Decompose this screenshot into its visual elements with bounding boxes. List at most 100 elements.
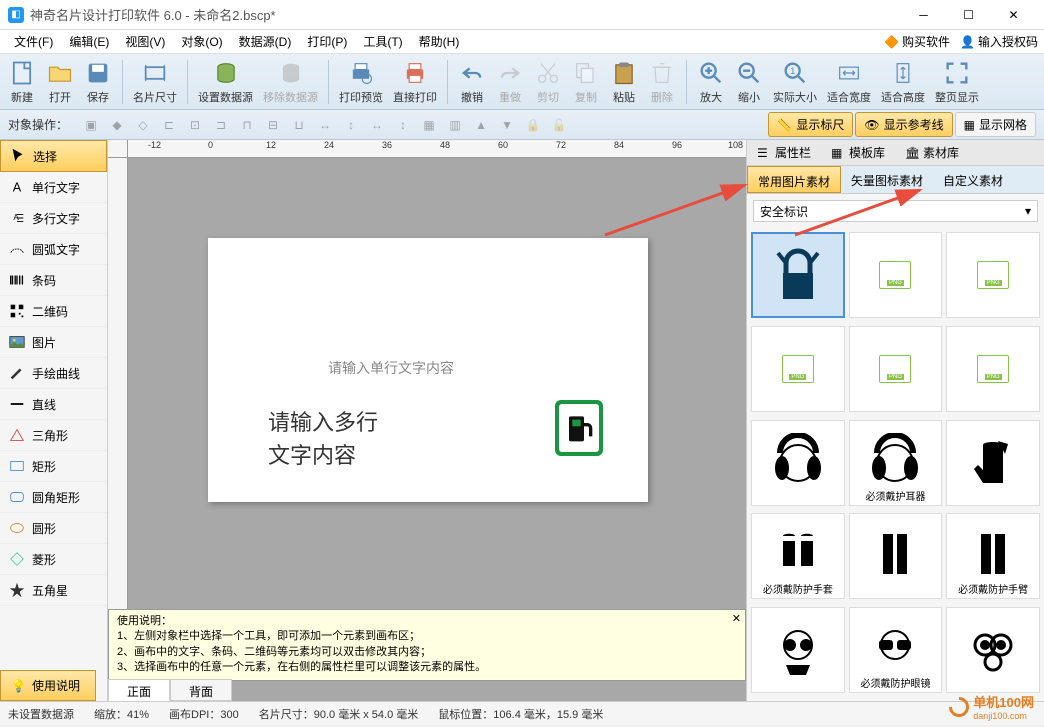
menu-edit[interactable]: 编辑(E) xyxy=(61,30,117,53)
op-group-icon[interactable]: ▣ xyxy=(80,114,102,136)
ruler-horizontal[interactable]: -12 0 12 24 36 48 60 72 84 96 108 xyxy=(128,140,746,158)
undo-button[interactable]: 撤销 xyxy=(454,57,490,107)
subtab-custom[interactable]: 自定义素材 xyxy=(933,166,1013,193)
op-same-w-icon[interactable]: ↔ xyxy=(366,114,388,136)
open-button[interactable]: 打开 xyxy=(42,57,78,107)
tool-circle[interactable]: 圆形 xyxy=(0,513,107,544)
material-item[interactable]: PNG xyxy=(751,326,845,412)
save-button[interactable]: 保存 xyxy=(80,57,116,107)
material-item-ear-protect[interactable]: 必须戴护耳器 xyxy=(849,420,943,506)
op-align-right-icon[interactable]: ⊐ xyxy=(210,114,232,136)
material-item[interactable]: PNG xyxy=(946,232,1040,318)
remove-datasource-button[interactable]: 移除数据源 xyxy=(259,57,322,107)
show-ruler-toggle[interactable]: 📏显示标尺 xyxy=(768,112,853,137)
op-back-icon[interactable]: ▼ xyxy=(496,114,518,136)
print-button[interactable]: 直接打印 xyxy=(389,57,441,107)
new-button[interactable]: 新建 xyxy=(4,57,40,107)
op-group-icon2[interactable]: ▦ xyxy=(418,114,440,136)
op-align-bot-icon[interactable]: ⊔ xyxy=(288,114,310,136)
menu-tools[interactable]: 工具(T) xyxy=(355,30,410,53)
tool-qrcode[interactable]: 二维码 xyxy=(0,296,107,327)
card-canvas[interactable]: 请输入单行文字内容 请输入多行 文字内容 xyxy=(208,238,648,502)
op-layer-icon[interactable]: ◆ xyxy=(106,114,128,136)
tool-image[interactable]: 图片 xyxy=(0,327,107,358)
redo-button[interactable]: 重做 xyxy=(492,57,528,107)
tool-select[interactable]: 选择 xyxy=(0,140,107,172)
op-same-h-icon[interactable]: ↕ xyxy=(392,114,414,136)
minimize-button[interactable]: ─ xyxy=(901,0,946,30)
single-text-element[interactable]: 请输入单行文字内容 xyxy=(328,358,454,378)
op-align-left-icon[interactable]: ⊏ xyxy=(158,114,180,136)
tab-front[interactable]: 正面 xyxy=(108,679,170,701)
close-button[interactable]: ✕ xyxy=(991,0,1036,30)
material-item[interactable]: PNG xyxy=(849,326,943,412)
category-dropdown[interactable]: 安全标识 ▾ xyxy=(753,200,1038,222)
menu-object[interactable]: 对象(O) xyxy=(173,30,230,53)
copy-button[interactable]: 复制 xyxy=(568,57,604,107)
op-ungroup-icon[interactable]: ▥ xyxy=(444,114,466,136)
tab-back[interactable]: 背面 xyxy=(170,679,232,701)
fit-page-button[interactable]: 整页显示 xyxy=(931,57,983,107)
tab-properties[interactable]: ☰属性栏 xyxy=(747,140,821,165)
paste-button[interactable]: 粘贴 xyxy=(606,57,642,107)
material-item-gloves2[interactable]: 必须戴防护手套 xyxy=(751,513,845,599)
material-item[interactable]: PNG xyxy=(946,326,1040,412)
menu-datasource[interactable]: 数据源(D) xyxy=(231,30,300,53)
delete-button[interactable]: 删除 xyxy=(644,57,680,107)
tab-templates[interactable]: ▦模板库 xyxy=(821,140,895,165)
tool-diamond[interactable]: 菱形 xyxy=(0,544,107,575)
subtab-common-images[interactable]: 常用图片素材 xyxy=(747,166,841,193)
material-item-arm-guard[interactable]: 必须戴防护手臂 xyxy=(946,513,1040,599)
op-dist-v-icon[interactable]: ↕ xyxy=(340,114,362,136)
license-link[interactable]: 👤输入授权码 xyxy=(960,33,1038,50)
material-item-goggles[interactable] xyxy=(751,607,845,693)
op-align-mid-icon[interactable]: ⊟ xyxy=(262,114,284,136)
set-datasource-button[interactable]: 设置数据源 xyxy=(194,57,257,107)
maximize-button[interactable]: ☐ xyxy=(946,0,991,30)
material-item-earmuffs[interactable] xyxy=(751,420,845,506)
tool-barcode[interactable]: 条码 xyxy=(0,265,107,296)
tab-materials[interactable]: 🏛素材库 xyxy=(895,140,969,165)
material-item-lock[interactable] xyxy=(751,232,845,318)
tool-freehand[interactable]: 手绘曲线 xyxy=(0,358,107,389)
show-guides-toggle[interactable]: 👁显示参考线 xyxy=(855,112,952,137)
material-item-gloves[interactable] xyxy=(946,420,1040,506)
op-dist-h-icon[interactable]: ↔ xyxy=(314,114,336,136)
op-align-top-icon[interactable]: ⊓ xyxy=(236,114,258,136)
menu-print[interactable]: 打印(P) xyxy=(299,30,355,53)
menu-file[interactable]: 文件(F) xyxy=(6,30,61,53)
tool-line[interactable]: 直线 xyxy=(0,389,107,420)
menu-view[interactable]: 视图(V) xyxy=(117,30,173,53)
show-grid-toggle[interactable]: ▦显示网格 xyxy=(955,112,1036,137)
op-layer2-icon[interactable]: ◇ xyxy=(132,114,154,136)
material-item-eye-protect[interactable]: 必须戴防护眼镜 xyxy=(849,607,943,693)
tool-arc-text[interactable]: 圆弧文字 xyxy=(0,234,107,265)
menu-help[interactable]: 帮助(H) xyxy=(411,30,468,53)
tool-triangle[interactable]: 三角形 xyxy=(0,420,107,451)
tool-star[interactable]: 五角星 xyxy=(0,575,107,606)
gas-station-image[interactable] xyxy=(555,400,603,456)
card-size-button[interactable]: 名片尺寸 xyxy=(129,57,181,107)
op-lock-icon[interactable]: 🔒 xyxy=(522,114,544,136)
tool-round-rect[interactable]: 圆角矩形 xyxy=(0,482,107,513)
help-button[interactable]: 💡使用说明 xyxy=(0,670,96,701)
close-help-button[interactable]: ✕ xyxy=(732,612,741,627)
material-item-mask[interactable] xyxy=(946,607,1040,693)
op-unlock-icon[interactable]: 🔓 xyxy=(548,114,570,136)
tool-multi-text[interactable]: A多行文字 xyxy=(0,203,107,234)
subtab-vector-icons[interactable]: 矢量图标素材 xyxy=(841,166,933,193)
buy-link[interactable]: 🔶购买软件 xyxy=(884,33,950,50)
tool-rect[interactable]: 矩形 xyxy=(0,451,107,482)
multi-text-element[interactable]: 请输入多行 文字内容 xyxy=(268,406,378,472)
zoom-out-button[interactable]: 缩小 xyxy=(731,57,767,107)
cut-button[interactable]: 剪切 xyxy=(530,57,566,107)
zoom-in-button[interactable]: 放大 xyxy=(693,57,729,107)
material-item-gloves-long[interactable] xyxy=(849,513,943,599)
op-front-icon[interactable]: ▲ xyxy=(470,114,492,136)
actual-size-button[interactable]: 1实际大小 xyxy=(769,57,821,107)
fit-width-button[interactable]: 适合宽度 xyxy=(823,57,875,107)
print-preview-button[interactable]: 打印预览 xyxy=(335,57,387,107)
op-align-center-icon[interactable]: ⊡ xyxy=(184,114,206,136)
tool-single-text[interactable]: A单行文字 xyxy=(0,172,107,203)
material-item[interactable]: PNG xyxy=(849,232,943,318)
